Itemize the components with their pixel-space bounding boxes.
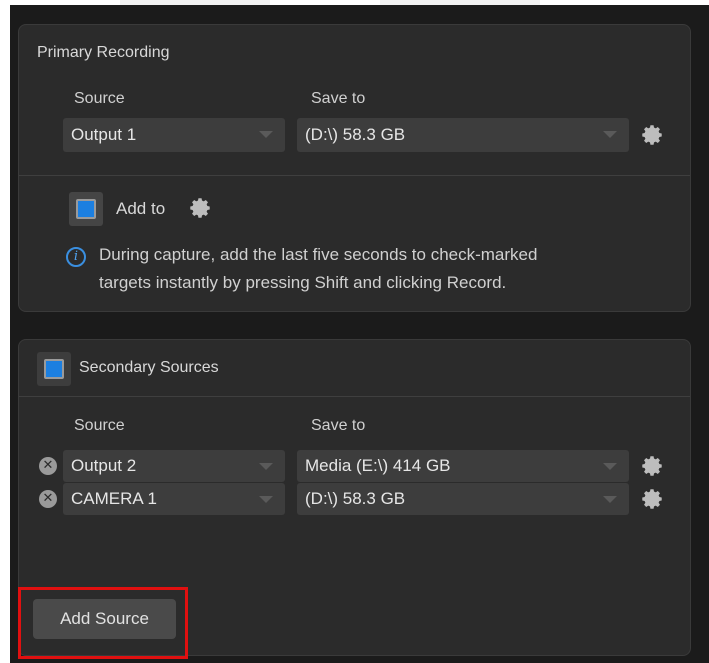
- secondary-sources-checkbox-wrap[interactable]: [37, 352, 71, 386]
- add-to-checkbox-wrap[interactable]: [69, 192, 103, 226]
- add-to-checkbox[interactable]: [76, 199, 96, 219]
- secondary-save-to-value: Media (E:\) 414 GB: [305, 456, 451, 475]
- gear-icon[interactable]: [641, 124, 663, 146]
- highlight-box: [18, 587, 188, 659]
- secondary-source-value: CAMERA 1: [71, 489, 157, 508]
- chevron-down-icon: [603, 463, 617, 470]
- divider: [19, 175, 690, 176]
- secondary-save-to-value: (D:\) 58.3 GB: [305, 489, 406, 508]
- chevron-down-icon: [259, 463, 273, 470]
- chevron-down-icon: [603, 131, 617, 138]
- source-column-label: Source: [74, 90, 125, 107]
- secondary-save-to-select[interactable]: (D:\) 58.3 GB: [297, 483, 629, 515]
- primary-source-select[interactable]: Output 1: [63, 118, 285, 152]
- info-text-line1: During capture, add the last five second…: [99, 245, 538, 264]
- save-to-column-label: Save to: [311, 90, 366, 107]
- info-icon: i: [66, 247, 86, 267]
- secondary-sources-checkbox[interactable]: [44, 359, 64, 379]
- remove-source-icon[interactable]: ✕: [39, 490, 57, 508]
- secondary-source-value: Output 2: [71, 456, 137, 475]
- secondary-save-to-select[interactable]: Media (E:\) 414 GB: [297, 450, 629, 482]
- primary-source-value: Output 1: [71, 125, 137, 144]
- chevron-down-icon: [259, 131, 273, 138]
- save-to-column-label: Save to: [311, 417, 366, 434]
- source-column-label: Source: [74, 417, 125, 434]
- add-to-label: Add to: [116, 199, 166, 218]
- secondary-sources-title: Secondary Sources: [79, 359, 219, 376]
- primary-recording-title: Primary Recording: [37, 44, 170, 61]
- secondary-source-select[interactable]: CAMERA 1: [63, 483, 285, 515]
- info-text-line2: targets instantly by pressing Shift and …: [99, 273, 507, 292]
- primary-recording-panel: Primary Recording Source Save to Output …: [18, 24, 691, 312]
- secondary-source-select[interactable]: Output 2: [63, 450, 285, 482]
- primary-save-to-select[interactable]: (D:\) 58.3 GB: [297, 118, 629, 152]
- remove-source-icon[interactable]: ✕: [39, 457, 57, 475]
- gear-icon[interactable]: [189, 197, 211, 219]
- primary-save-to-value: (D:\) 58.3 GB: [305, 125, 406, 144]
- gear-icon[interactable]: [641, 455, 663, 477]
- gear-icon[interactable]: [641, 488, 663, 510]
- divider: [19, 396, 690, 397]
- chevron-down-icon: [259, 496, 273, 503]
- chevron-down-icon: [603, 496, 617, 503]
